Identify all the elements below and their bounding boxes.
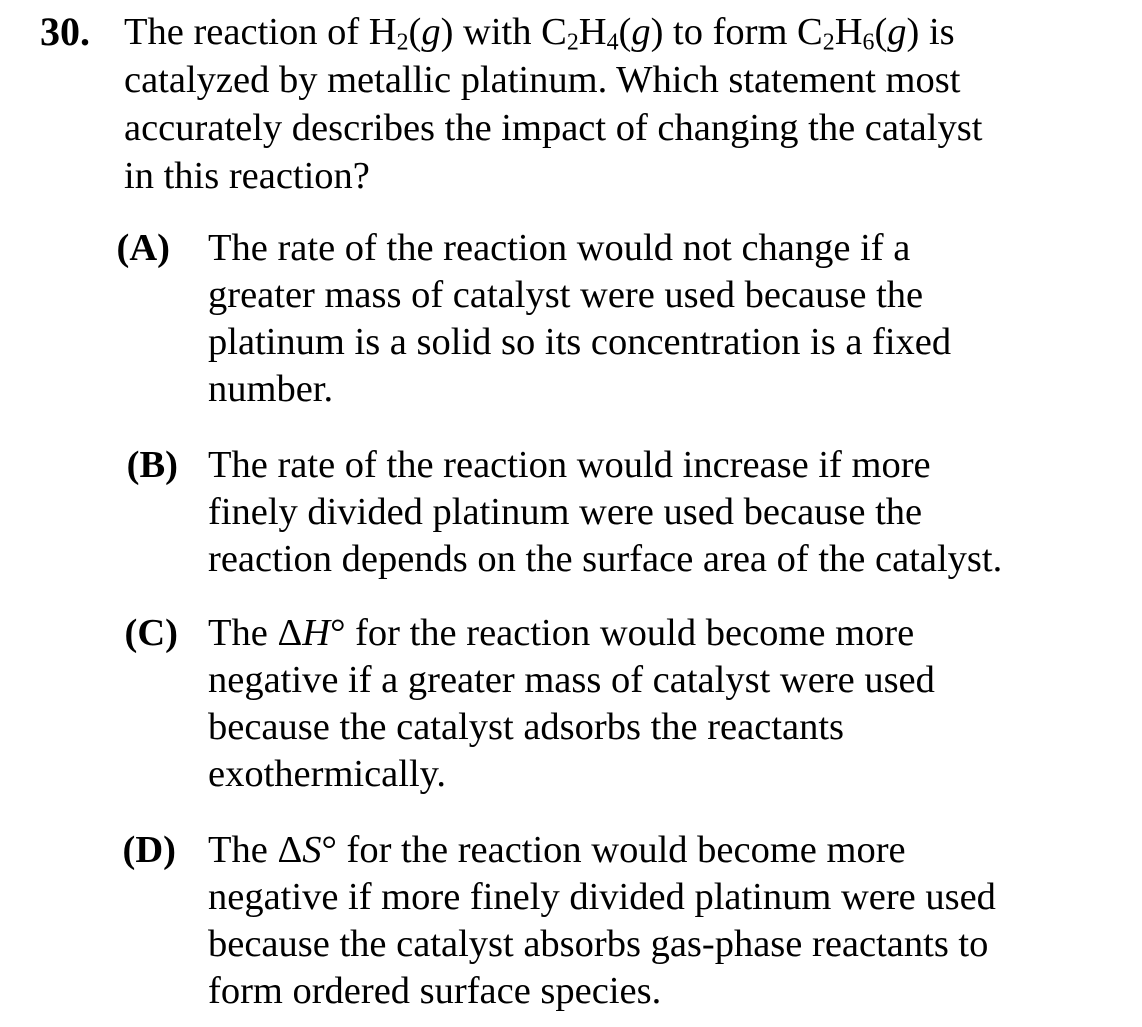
choice-line: number. — [208, 368, 334, 410]
stem-text: ( — [874, 11, 888, 53]
phase-symbol: g — [421, 11, 441, 53]
choice-line: greater mass of catalyst were used becau… — [208, 274, 924, 316]
choice-letter: (D) — [122, 829, 176, 871]
choice-line: finely divided platinum were used becaus… — [208, 491, 923, 533]
choice-letter: (A) — [116, 227, 170, 269]
choice-line: form ordered surface species. — [208, 970, 662, 1012]
stem-text: H — [834, 11, 863, 53]
stem-text: The reaction of H — [124, 11, 397, 53]
choice-text-part: ° for the reaction would become more — [321, 829, 906, 871]
stem-text: ) is — [906, 11, 955, 53]
stem-line-2: catalyzed by metallic platinum. Which st… — [124, 59, 961, 101]
stem-line-1: The reaction of H2(g) with C2H4(g) to fo… — [124, 8, 1124, 56]
stem-text: ) to form C — [650, 11, 823, 53]
question-number: 30. — [40, 9, 90, 54]
choice-letter: (C) — [124, 612, 178, 654]
choice-line: The rate of the reaction would not chang… — [208, 227, 911, 269]
stem-text: ( — [408, 11, 422, 53]
subscript: 4 — [606, 29, 619, 56]
choice-line: because the catalyst adsorbs the reactan… — [208, 706, 845, 748]
stem-text: H — [578, 11, 607, 53]
choice-line: exothermically. — [208, 753, 447, 795]
enthalpy-symbol: H — [302, 612, 331, 654]
choice-line: negative if more finely divided platinum… — [208, 876, 996, 918]
subscript: 2 — [566, 29, 579, 56]
choice-line: negative if a greater mass of catalyst w… — [208, 659, 935, 701]
choice-text-part: ° for the reaction would become more — [330, 612, 915, 654]
choice-line: The rate of the reaction would increase … — [208, 444, 931, 486]
subscript: 2 — [396, 29, 409, 56]
choice-line: because the catalyst absorbs gas-phase r… — [208, 923, 989, 965]
phase-symbol: g — [887, 11, 907, 53]
choice-text-part: The Δ — [208, 612, 303, 654]
subscript: 6 — [862, 29, 875, 56]
entropy-symbol: S — [302, 829, 322, 871]
stem-text: ( — [618, 11, 632, 53]
phase-symbol: g — [631, 11, 651, 53]
choice-letter: (B) — [126, 444, 178, 486]
choice-line: reaction depends on the surface area of … — [208, 538, 1003, 580]
choice-text-part: The Δ — [208, 829, 303, 871]
choice-text: The rate of the reaction would increase … — [208, 442, 1128, 583]
choice-line: The ΔH° for the reaction would become mo… — [208, 610, 1128, 657]
question-stem: The reaction of H2(g) with C2H4(g) to fo… — [124, 8, 1124, 200]
subscript: 2 — [822, 29, 835, 56]
choice-text: The ΔS° for the reaction would become mo… — [208, 827, 1128, 1015]
choice-line: platinum is a solid so its concentration… — [208, 321, 952, 363]
choice-line: The ΔS° for the reaction would become mo… — [208, 827, 1128, 874]
choice-text: The ΔH° for the reaction would become mo… — [208, 610, 1128, 798]
choice-text: The rate of the reaction would not chang… — [208, 225, 1128, 413]
stem-line-3: accurately describes the impact of chang… — [124, 107, 983, 149]
stem-text: ) with C — [440, 11, 567, 53]
stem-line-4: in this reaction? — [124, 155, 370, 197]
